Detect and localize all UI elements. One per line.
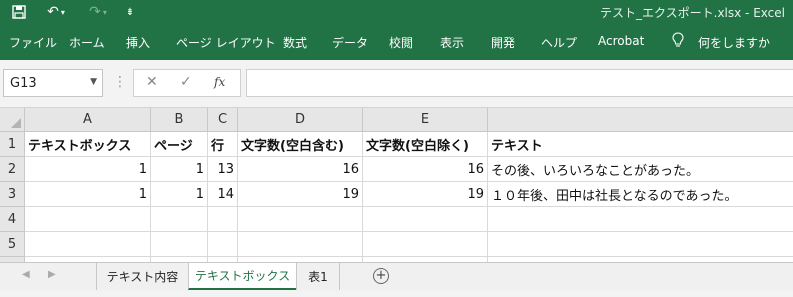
formula-bar-area: G13 ▼ ⋮ ✕ ✓ fx: [0, 60, 793, 108]
insert-function-icon[interactable]: fx: [214, 75, 225, 89]
cell-d5[interactable]: [238, 232, 363, 257]
cell-b1[interactable]: ページ: [151, 132, 208, 157]
cell-e2[interactable]: 16: [363, 157, 488, 182]
tab-page-layout[interactable]: ページ レイアウト: [176, 34, 276, 51]
cell-c3[interactable]: 14: [208, 182, 238, 207]
tab-data[interactable]: データ: [332, 34, 368, 51]
row-header-3[interactable]: 3: [0, 182, 25, 207]
sheet-prev-icon[interactable]: ◀: [22, 269, 30, 280]
lightbulb-icon: [672, 32, 684, 52]
cell-d2[interactable]: 16: [238, 157, 363, 182]
sheet-tab-text-content[interactable]: テキスト内容: [96, 263, 188, 290]
column-header-d[interactable]: D: [238, 108, 363, 132]
tab-review[interactable]: 校閲: [389, 34, 413, 51]
cell-b5[interactable]: [151, 232, 208, 257]
cell-c1[interactable]: 行: [208, 132, 238, 157]
column-header-a[interactable]: A: [25, 108, 151, 132]
cell-d1[interactable]: 文字数(空白含む): [238, 132, 363, 157]
sheet-tab-table1[interactable]: 表1: [296, 263, 340, 290]
title-bar: ↶ ▾ ↷ ▾ ⇟ テスト_エクスポート.xlsx - Excel: [0, 0, 793, 24]
row-header-5[interactable]: 5: [0, 232, 25, 257]
cell-a1[interactable]: テキストボックス: [25, 132, 151, 157]
cell-f4[interactable]: [488, 207, 793, 232]
select-all-button[interactable]: [0, 108, 25, 132]
window-title: テスト_エクスポート.xlsx - Excel: [600, 6, 785, 20]
row-header-2[interactable]: 2: [0, 157, 25, 182]
tab-acrobat[interactable]: Acrobat: [598, 34, 644, 48]
column-header-c[interactable]: C: [208, 108, 238, 132]
cell-f2[interactable]: その後、いろいろなことがあった。: [488, 157, 793, 182]
tab-formulas[interactable]: 数式: [283, 34, 307, 51]
cell-f3[interactable]: １０年後、田中は社長となるのであった。: [488, 182, 793, 207]
tab-help[interactable]: ヘルプ: [541, 34, 577, 51]
worksheet-grid: A B C D E 1 2 3 4 5 テキストボックス ページ 行 文字数(空…: [0, 108, 793, 262]
cell-e4[interactable]: [363, 207, 488, 232]
enter-icon[interactable]: ✓: [180, 74, 192, 90]
cell-d3[interactable]: 19: [238, 182, 363, 207]
cell-e3[interactable]: 19: [363, 182, 488, 207]
cell-c2[interactable]: 13: [208, 157, 238, 182]
cell-c4[interactable]: [208, 207, 238, 232]
add-sheet-icon[interactable]: +: [373, 268, 389, 284]
tab-file[interactable]: ファイル: [9, 34, 57, 51]
tab-home[interactable]: ホーム: [69, 34, 105, 51]
cell-d4[interactable]: [238, 207, 363, 232]
cell-b4[interactable]: [151, 207, 208, 232]
cell-e1[interactable]: 文字数(空白除く): [363, 132, 488, 157]
ribbon-tabs: ファイル ホーム 挿入 ページ レイアウト 数式 データ 校閲 表示 開発 ヘル…: [0, 24, 793, 60]
formula-bar-grip-icon[interactable]: ⋮: [113, 74, 127, 90]
sheet-tab-bar: ◀ ▶ テキスト内容 テキストボックス 表1 +: [0, 262, 793, 290]
redo-icon[interactable]: ↷ ▾: [82, 0, 114, 24]
cell-e5[interactable]: [363, 232, 488, 257]
formula-buttons: ✕ ✓ fx: [133, 69, 241, 97]
formula-input[interactable]: [246, 69, 793, 97]
column-header-b[interactable]: B: [151, 108, 208, 132]
column-header-e[interactable]: E: [363, 108, 488, 132]
save-icon[interactable]: [8, 0, 30, 24]
cell-a2[interactable]: 1: [25, 157, 151, 182]
cell-b2[interactable]: 1: [151, 157, 208, 182]
tab-view[interactable]: 表示: [440, 34, 464, 51]
chevron-down-icon[interactable]: ▼: [90, 77, 97, 87]
cell-a3[interactable]: 1: [25, 182, 151, 207]
row-header-1[interactable]: 1: [0, 132, 25, 157]
name-box[interactable]: G13 ▼: [3, 69, 103, 97]
cancel-icon[interactable]: ✕: [146, 74, 158, 90]
tab-insert[interactable]: 挿入: [126, 34, 150, 51]
undo-icon[interactable]: ↶ ▾: [40, 0, 72, 24]
tell-me-search[interactable]: 何をしますか: [698, 34, 770, 51]
customize-qat-icon[interactable]: ⇟: [122, 0, 138, 24]
cell-b3[interactable]: 1: [151, 182, 208, 207]
cell-a4[interactable]: [25, 207, 151, 232]
column-header-f[interactable]: [488, 108, 793, 132]
cell-a5[interactable]: [25, 232, 151, 257]
cell-f1[interactable]: テキスト: [488, 132, 793, 157]
name-box-value: G13: [10, 76, 37, 91]
status-bar: [0, 290, 793, 297]
cell-f5[interactable]: [488, 232, 793, 257]
tab-developer[interactable]: 開発: [491, 34, 515, 51]
row-header-4[interactable]: 4: [0, 207, 25, 232]
sheet-next-icon[interactable]: ▶: [48, 269, 56, 280]
cell-c5[interactable]: [208, 232, 238, 257]
sheet-tab-textbox[interactable]: テキストボックス: [188, 263, 296, 290]
